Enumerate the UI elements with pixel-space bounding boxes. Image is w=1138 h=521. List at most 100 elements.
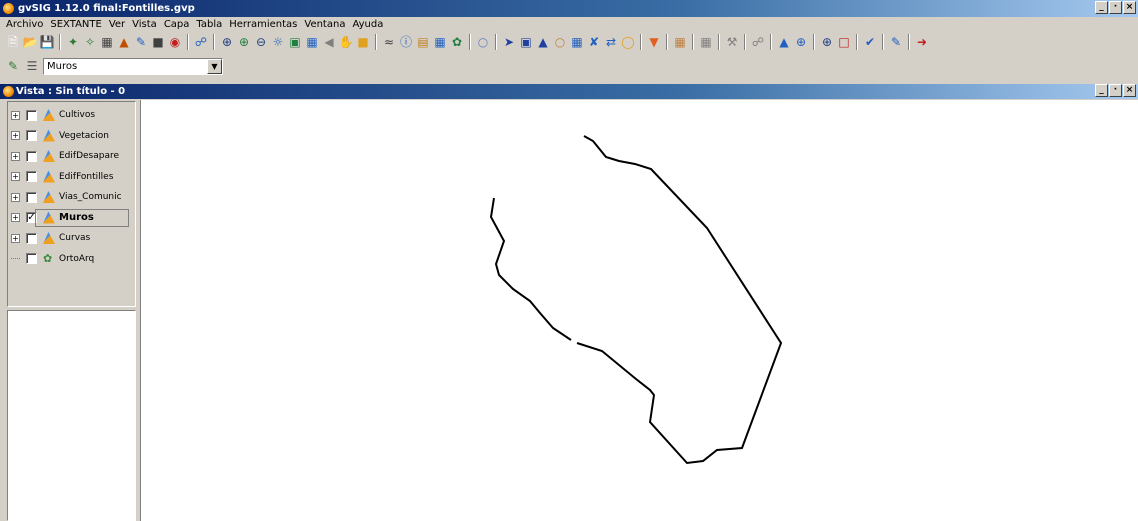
toc-layer-edifdesapare[interactable]: + EdifDesapare (8, 147, 135, 165)
close-button[interactable]: × (1123, 1, 1136, 14)
expand-icon[interactable]: + (11, 233, 20, 243)
wall-line-west[interactable] (489, 197, 572, 341)
view-minimize-button[interactable]: _ (1095, 84, 1108, 97)
expand-icon[interactable]: + (11, 151, 20, 161)
view-restore-button[interactable]: · (1109, 84, 1122, 97)
menu-archivo[interactable]: Archivo (3, 19, 47, 30)
wall-line-east[interactable] (576, 135, 783, 465)
layer-visibility-checkbox[interactable] (26, 232, 37, 244)
layer-visibility-checkbox[interactable] (26, 171, 37, 182)
menu-ventana[interactable]: Ventana (301, 19, 349, 30)
minimize-button[interactable]: _ (1095, 1, 1108, 14)
zoom-raster-icon[interactable]: ⊕ (793, 34, 809, 50)
info-icon[interactable]: ⓘ (398, 34, 414, 50)
table-icon[interactable]: ▦ (99, 34, 115, 50)
menu-tabla[interactable]: Tabla (193, 19, 226, 30)
edit-layer-icon[interactable]: ✎ (5, 58, 21, 74)
buffer-icon[interactable]: ◯ (620, 34, 636, 50)
overview-map[interactable] (7, 310, 136, 521)
select-rect-icon[interactable]: ▣ (518, 34, 534, 50)
tools-icon[interactable]: ⚒ (724, 34, 740, 50)
menu-ayuda[interactable]: Ayuda (349, 19, 387, 30)
expand-icon[interactable]: + (11, 131, 20, 140)
active-layer-combo[interactable]: Muros ▼ (43, 57, 223, 75)
locate-icon[interactable]: ■ (150, 34, 166, 50)
area-icon[interactable]: ▤ (415, 34, 431, 50)
selection-highlight (35, 208, 129, 227)
pan-icon[interactable]: ✋ (338, 34, 354, 50)
edit-icon[interactable]: ✎ (133, 34, 149, 50)
raster-icon[interactable]: ▲ (776, 34, 792, 50)
add-layer-icon[interactable]: ✦ (65, 34, 81, 50)
view-close-button[interactable]: × (1123, 84, 1136, 97)
zoom-layer-icon[interactable]: ▦ (304, 34, 320, 50)
remove-layer-icon[interactable]: ✧ (82, 34, 98, 50)
menu-bar: Archivo SEXTANTE Ver Vista Capa Tabla He… (0, 17, 1138, 32)
vector-layer-icon (43, 109, 55, 121)
expand-icon[interactable]: + (11, 213, 20, 222)
layer-list-icon[interactable]: ☰ (24, 58, 40, 74)
target-icon[interactable]: ◉ (167, 34, 183, 50)
edit-layer-icon[interactable]: ✎ (888, 34, 904, 50)
menu-ver[interactable]: Ver (106, 19, 129, 30)
select-circle-icon[interactable]: ○ (552, 34, 568, 50)
toolbar-separator (692, 34, 694, 50)
layer-visibility-checkbox[interactable] (26, 130, 37, 141)
grid-icon[interactable]: ▦ (698, 34, 714, 50)
expand-icon[interactable]: + (11, 110, 20, 120)
expand-icon[interactable]: + (11, 172, 20, 181)
restore-button[interactable]: · (1109, 1, 1122, 14)
expand-icon[interactable]: + (11, 192, 20, 202)
hyperlink-icon[interactable]: ✿ (449, 34, 465, 50)
menu-vista[interactable]: Vista (129, 19, 161, 30)
layer-visibility-checkbox[interactable] (26, 191, 37, 203)
layer-visibility-checkbox[interactable] (26, 253, 37, 264)
toc-layer-ortoarq[interactable]: ✿ OrtoArq (8, 250, 135, 268)
select-icon[interactable]: ➤ (501, 34, 517, 50)
toc-layer-curvas[interactable]: + Curvas (8, 229, 135, 247)
measure-icon[interactable]: ≈ (381, 34, 397, 50)
zoom-extent-icon[interactable]: ⊕ (819, 34, 835, 50)
frame-icon[interactable]: ■ (355, 34, 371, 50)
layer-visibility-checkbox[interactable] (26, 150, 37, 162)
toc-layer-ediffontilles[interactable]: + EdifFontilles (8, 168, 135, 186)
filter-icon[interactable]: ▼ (646, 34, 662, 50)
back-icon[interactable]: ◀ (321, 34, 337, 50)
select-poly-icon[interactable]: ▲ (535, 34, 551, 50)
app-title: gvSIG 1.12.0 final:Fontilles.gvp (18, 3, 195, 14)
clear-selection-icon[interactable]: ✘ (586, 34, 602, 50)
zoom-select-icon[interactable]: ▣ (287, 34, 303, 50)
connect-icon[interactable]: ☍ (750, 34, 766, 50)
toc-layer-vias_comunic[interactable]: + Vias_Comunic (8, 188, 135, 206)
invert-icon[interactable]: ⇄ (603, 34, 619, 50)
link-icon[interactable]: ☍ (193, 34, 209, 50)
zoom-in-plus-icon[interactable]: ⊕ (236, 34, 252, 50)
menu-capa[interactable]: Capa (161, 19, 194, 30)
catalog-icon[interactable]: ▦ (432, 34, 448, 50)
toolbar-separator (908, 34, 910, 50)
zoom-out-icon[interactable]: ⊖ (253, 34, 269, 50)
map-view[interactable] (140, 100, 1138, 521)
window-icon[interactable]: □ (836, 34, 852, 50)
export-icon[interactable]: ▦ (672, 34, 688, 50)
toolbar-separator (813, 34, 815, 50)
open-icon[interactable]: 📂 (22, 34, 38, 50)
full-extent-icon[interactable]: ☼ (270, 34, 286, 50)
menu-sextante[interactable]: SEXTANTE (47, 19, 105, 30)
table-select-icon[interactable]: ▦ (569, 34, 585, 50)
toc-layer-vegetacion[interactable]: + Vegetacion (8, 127, 135, 145)
layer-properties-icon[interactable]: ▲ (116, 34, 132, 50)
tooltip-icon[interactable]: ○ (475, 34, 491, 50)
check-icon[interactable]: ✔ (862, 34, 878, 50)
toc-layer-cultivos[interactable]: + Cultivos (8, 106, 135, 124)
layer-name: EdifDesapare (59, 151, 120, 161)
layer-visibility-checkbox[interactable] (26, 109, 37, 121)
zoom-in-icon[interactable]: ⊕ (219, 34, 235, 50)
toolbar-separator (469, 34, 471, 50)
exit-icon[interactable]: ➜ (914, 34, 930, 50)
chevron-down-icon[interactable]: ▼ (207, 58, 222, 74)
save-icon[interactable]: 💾 (39, 34, 55, 50)
new-icon[interactable]: 🗎 (5, 34, 21, 50)
menu-herramientas[interactable]: Herramientas (226, 19, 301, 30)
toc-layer-muros[interactable]: + ✓ Muros (8, 208, 135, 227)
